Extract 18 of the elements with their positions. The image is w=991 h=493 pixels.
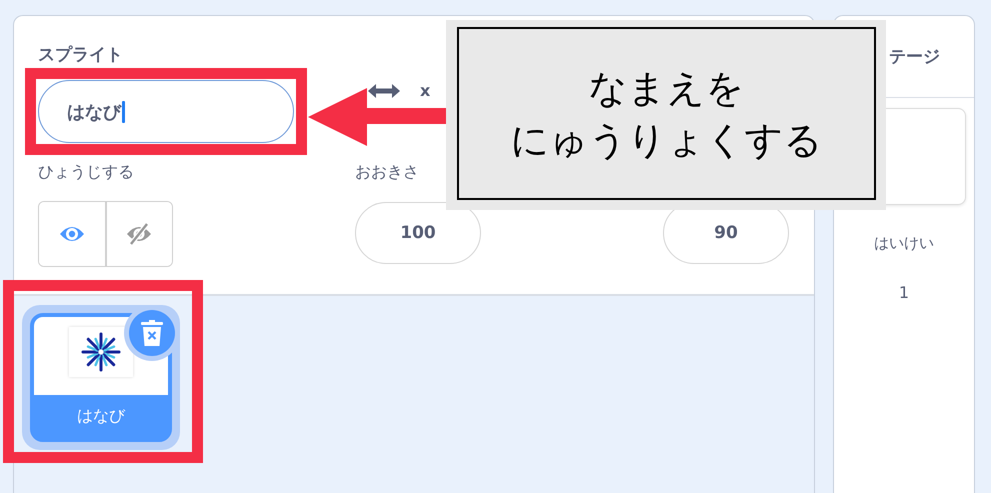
hide-button[interactable] <box>104 202 172 266</box>
callout-text: にゅうりょくする <box>510 116 822 164</box>
backdrops-count: 1 <box>898 283 910 302</box>
eye-icon <box>58 225 85 243</box>
name-field[interactable]: はなび <box>38 80 294 143</box>
show-label: ひょうじする <box>38 162 134 182</box>
eye-slash-icon <box>125 222 154 246</box>
horizontal-arrow-icon <box>368 84 400 98</box>
size-label: おおきさ <box>355 162 419 182</box>
callout-text: なまえを <box>588 64 744 112</box>
text-caret <box>122 100 125 122</box>
panel-title: テージ <box>889 46 940 68</box>
firework-icon <box>81 332 121 372</box>
panel-title: スプライト <box>38 44 124 66</box>
sprite-name: はなび <box>76 405 126 427</box>
backdrops-label: はいけい <box>874 234 934 253</box>
x-label: x <box>420 81 430 100</box>
trash-icon <box>141 320 163 346</box>
